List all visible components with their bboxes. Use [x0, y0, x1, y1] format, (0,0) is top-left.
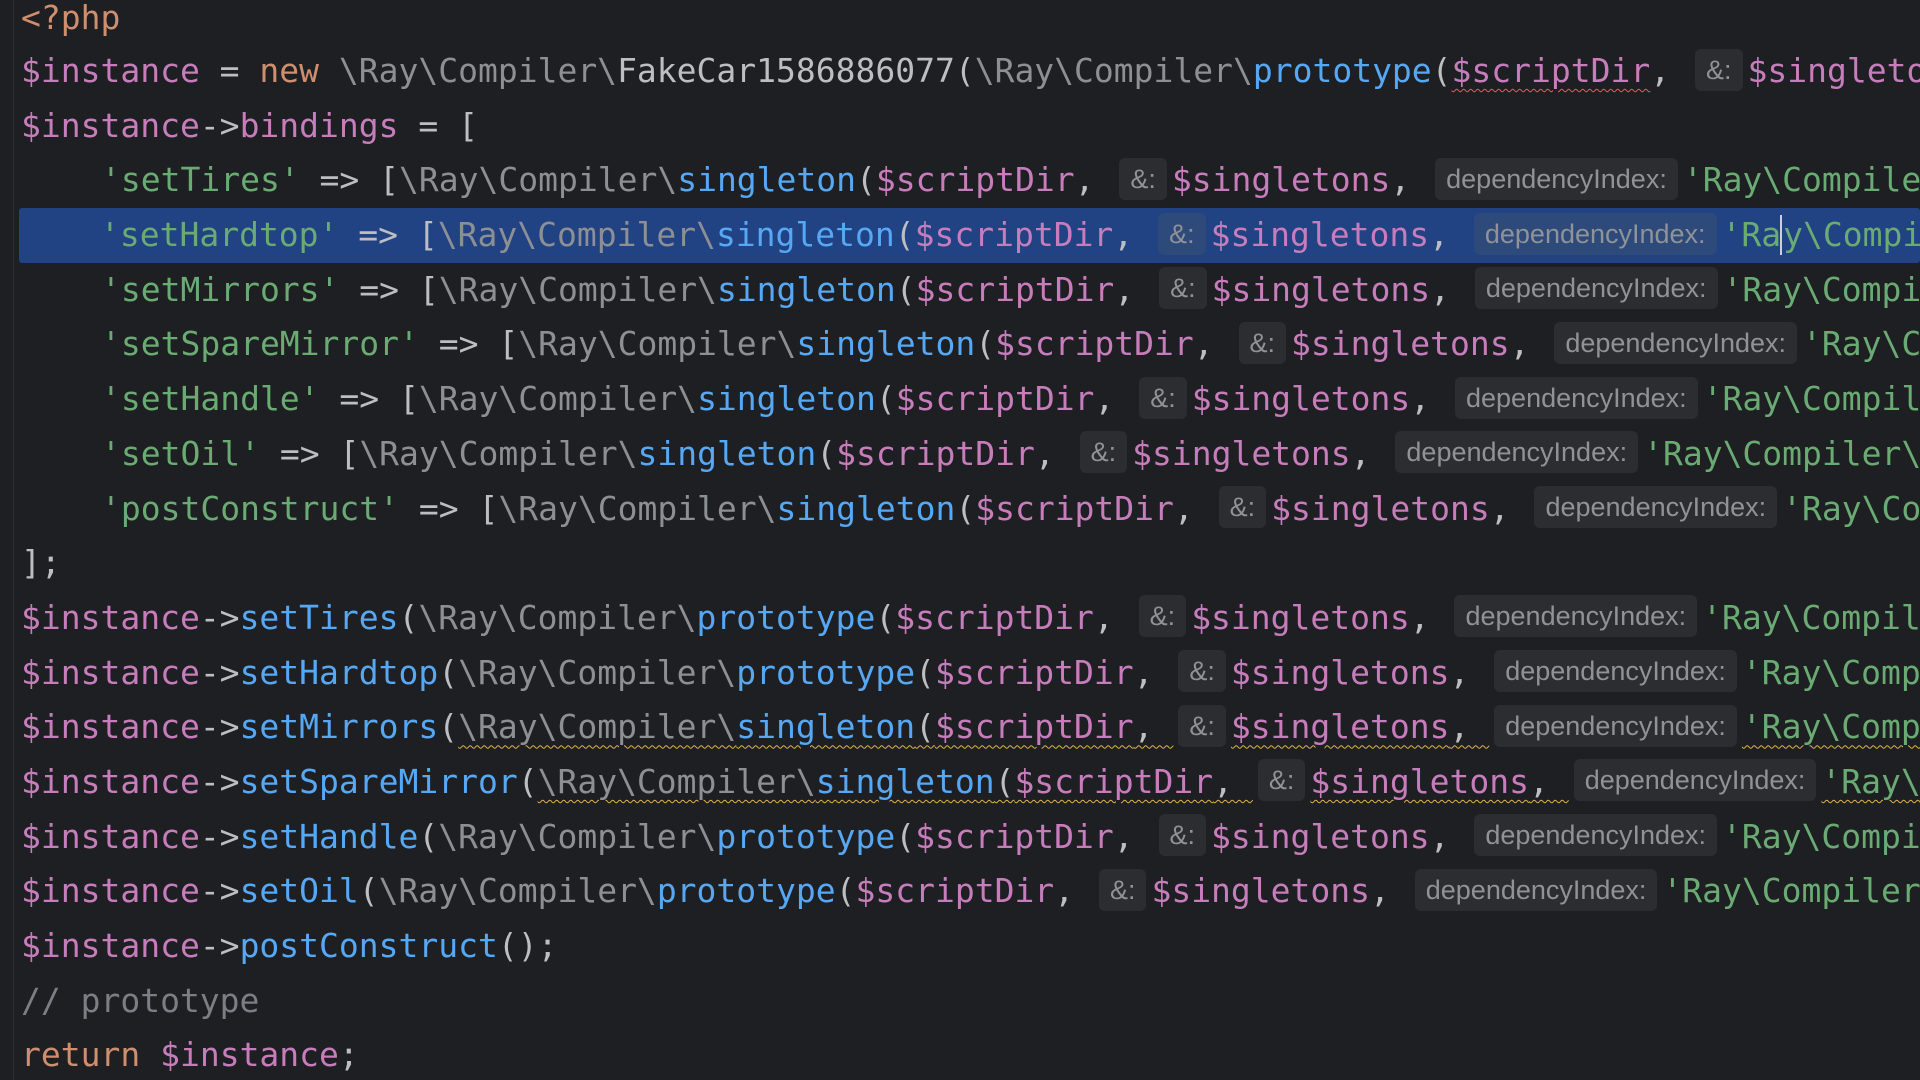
param-hint-dependency: dependencyIndex: — [1455, 376, 1698, 419]
binding-line-settires[interactable]: 'setTires' => [\Ray\Compiler\singleton($… — [20, 153, 1920, 208]
gutter-divider — [13, 0, 14, 1080]
script-dir-var-error: $scriptDir — [1451, 51, 1651, 90]
binding-line-postconstruct[interactable]: 'postConstruct' => [\Ray\Compiler\single… — [20, 482, 1920, 537]
param-hint-ref: &: — [1139, 376, 1187, 419]
param-hint-dependency: dependencyIndex: — [1414, 868, 1658, 911]
binding-line-setoil[interactable]: 'setOil' => [\Ray\Compiler\singleton($sc… — [20, 427, 1920, 482]
param-hint-dependency: dependencyIndex: — [1573, 759, 1817, 802]
binding-line-setsparemirror[interactable]: 'setSpareMirror' => [\Ray\Compiler\singl… — [20, 317, 1920, 372]
param-hint-ref: &: — [1159, 267, 1207, 310]
call-line-setmirrors-warning[interactable]: $instance->setMirrors(\Ray\Compiler\sing… — [20, 700, 1920, 755]
call-line-settires[interactable]: $instance->setTires(\Ray\Compiler\protot… — [20, 591, 1920, 646]
binding-line-sethandle[interactable]: 'setHandle' => [\Ray\Compiler\singleton(… — [20, 372, 1920, 427]
call-line-postconstruct[interactable]: $instance->postConstruct(); — [20, 919, 1920, 974]
comment-line[interactable]: // prototype — [20, 974, 1920, 1029]
fake-class-name: FakeCar1586886077 — [617, 51, 955, 90]
code-area[interactable]: <?php $instance = new \Ray\Compiler\Fake… — [19, 0, 1920, 1080]
param-hint-ref: &: — [1218, 486, 1267, 528]
param-hint-ref: &: — [1138, 595, 1187, 638]
param-hint-ref: &: — [1079, 431, 1128, 474]
param-hint-ref: &: — [1694, 48, 1743, 91]
param-hint-dependency: dependencyIndex: — [1473, 212, 1717, 255]
param-hint-dependency: dependencyIndex: — [1454, 595, 1698, 638]
binding-line-setmirrors[interactable]: 'setMirrors' => [\Ray\Compiler\singleton… — [20, 263, 1920, 318]
param-hint-ref: &: — [1178, 704, 1226, 747]
param-hint-ref: &: — [1158, 814, 1207, 857]
code-comment: // prototype — [21, 980, 260, 1020]
param-hint-dependency: dependencyIndex: — [1494, 650, 1737, 693]
param-hint-dependency: dependencyIndex: — [1435, 157, 1678, 200]
param-hint-dependency: dependencyIndex: — [1474, 814, 1718, 857]
code-line-3[interactable]: $instance->bindings = [ — [20, 99, 1920, 154]
call-line-sethardtop[interactable]: $instance->setHardtop(\Ray\Compiler\prot… — [20, 646, 1920, 701]
param-hint-ref: &: — [1257, 759, 1306, 802]
param-hint-dependency: dependencyIndex: — [1395, 431, 1639, 474]
binding-line-sethardtop-selected[interactable]: 'setHardtop' => [\Ray\Compiler\singleton… — [19, 208, 1920, 263]
param-hint-ref: &: — [1238, 321, 1287, 364]
param-hint-dependency: dependencyIndex: — [1554, 321, 1798, 364]
code-line-2[interactable]: $instance = new \Ray\Compiler\FakeCar158… — [20, 44, 1920, 99]
return-keyword: return — [21, 1035, 141, 1075]
code-line-1[interactable]: <?php — [20, 0, 1920, 44]
instance-var: $instance — [21, 51, 200, 90]
param-hint-ref: &: — [1119, 157, 1167, 200]
call-line-setsparemirror-warning[interactable]: $instance->setSpareMirror(\Ray\Compiler\… — [20, 755, 1920, 810]
return-line[interactable]: return $instance; — [20, 1028, 1920, 1080]
call-line-sethandle[interactable]: $instance->setHandle(\Ray\Compiler\proto… — [20, 810, 1920, 865]
code-editor[interactable]: <?php $instance = new \Ray\Compiler\Fake… — [0, 0, 1920, 1080]
param-hint-ref: &: — [1178, 650, 1226, 693]
prototype-call: prototype — [1252, 51, 1432, 90]
php-open-tag: <?php — [21, 0, 121, 37]
text-caret — [1780, 214, 1783, 255]
param-hint-ref: &: — [1098, 868, 1147, 911]
call-line-setoil[interactable]: $instance->setOil(\Ray\Compiler\prototyp… — [20, 864, 1920, 919]
param-hint-dependency: dependencyIndex: — [1474, 267, 1718, 310]
code-line-close-array[interactable]: ]; — [20, 536, 1920, 591]
param-hint-dependency: dependencyIndex: — [1534, 486, 1778, 528]
param-hint-dependency: dependencyIndex: — [1494, 704, 1737, 747]
bindings-property: bindings — [239, 105, 399, 145]
new-keyword: new — [259, 51, 320, 90]
param-hint-ref: &: — [1158, 212, 1206, 255]
